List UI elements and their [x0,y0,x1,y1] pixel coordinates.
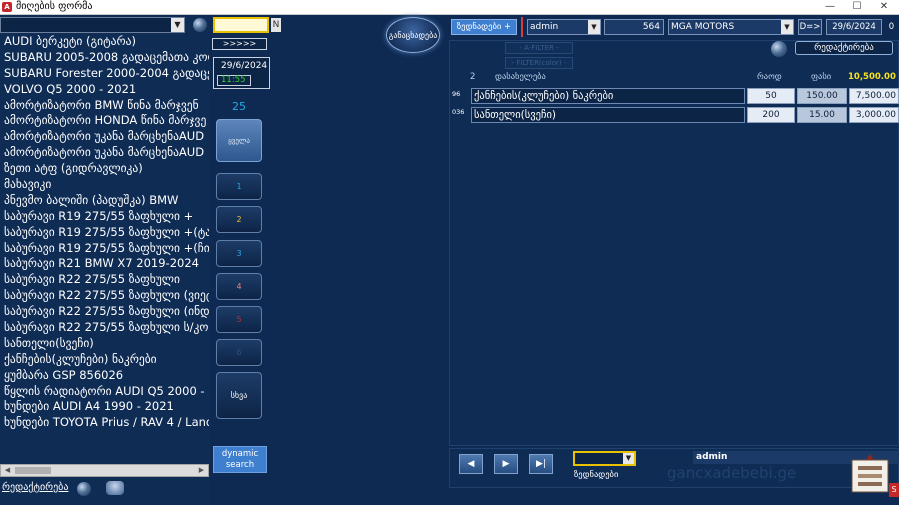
row-qty[interactable]: 50 [747,88,795,104]
list-item[interactable]: საბურავი R22 275/55 ზაფხული (ვიეტ [0,288,209,304]
scroll-right-icon[interactable]: ▶ [196,465,207,476]
ganacxadeba-button[interactable]: განაცხადება [386,17,440,53]
header-index: 2 [470,72,476,82]
list-item[interactable]: საბურავი R19 275/55 ზაფხული + [0,209,209,225]
page-button-4[interactable]: 4 [216,273,262,300]
row-code: 036 [452,108,465,116]
stamp-logo-icon [851,454,889,493]
list-item[interactable]: წყლის რადიატორი AUDI Q5 2000 - 20 [0,384,209,400]
row-sum: 7,500.00 [849,88,899,104]
title-bar: A მიღების ფორმა — ☐ ✕ [0,0,899,15]
scroll-left-icon[interactable]: ◀ [2,465,13,476]
list-item[interactable]: საბურავი R19 275/55 ზაფხული +(ტაი [0,225,209,241]
chevron-down-icon[interactable]: ▼ [781,20,793,34]
list-item[interactable]: პნევმო ბალიში (პადუშკა) BMW [0,193,209,209]
page-button-3[interactable]: 3 [216,240,262,267]
scroll-thumb[interactable] [15,467,51,474]
orb-icon[interactable] [193,18,207,32]
row-name[interactable]: ქანჩების(კლუჩები) ნაკრები [471,88,745,104]
row-sum: 3,000.00 [849,107,899,123]
invoice-label: ზედნადები [574,470,619,480]
header-name: დასახელება [495,72,546,82]
orb-icon-bottom[interactable] [77,482,91,496]
row-name[interactable]: სანთელი(სვეჩი) [471,107,745,123]
list-item[interactable]: საბურავი R22 275/55 ზაფხული [0,272,209,288]
edit-button[interactable]: რედაქტირება [795,41,893,55]
list-item[interactable]: ამორტიზატორი უკანა მარცხენაAUD [0,129,209,145]
list-item[interactable]: საბურავი R19 275/55 ზაფხული +(ჩინ [0,241,209,257]
row-code: 96 [452,90,461,98]
list-item[interactable]: საბურავი R22 275/55 ზაფხული ს/კორ [0,320,209,336]
list-item[interactable]: სანთელი(სვეჩი) [0,336,209,352]
page-button-7[interactable]: სხვა [216,372,262,419]
orb-icon-grid[interactable] [771,41,787,57]
last-icon[interactable]: ▶| [529,454,553,474]
document-number[interactable]: 564 [604,19,664,35]
zero-value: 0 [888,22,895,32]
app-icon: A [2,2,12,12]
dynamic-search-button[interactable]: dynamic search [213,446,267,473]
search-input[interactable] [213,17,269,33]
list-item[interactable]: SUBARU 2005-2008 გადაცემათა კოლ [0,50,209,66]
list-item[interactable]: ამორტიზატორი BMW წინა მარჯვენ [0,98,209,114]
time-text: 11:55 [217,75,251,86]
close-button[interactable]: ✕ [870,0,898,15]
page-button-5[interactable]: 5 [216,306,262,333]
page-button-6[interactable]: 6 [216,339,262,366]
invoice-select[interactable]: ▼ [573,451,636,466]
d-arrow-button[interactable]: D=> [798,19,822,35]
row-qty[interactable]: 200 [747,107,795,123]
header-price: ფასი [811,72,832,82]
list-item[interactable]: ხუნდები TOYOTA Prius / RAV 4 / Land Cr [0,415,209,431]
invoice-date[interactable]: 29/6/2024 [826,19,882,35]
date-time-box: 29/6/2024 11:55 [213,57,270,89]
list-item[interactable]: საბურავი R22 275/55 ზაფხული (ინდ [0,304,209,320]
watermark: gancxadebebi.ge [667,464,797,482]
add-invoice-button[interactable]: ზედნადები + [451,19,517,35]
product-list[interactable]: AUDI ბერკეტი (გიტარა) SUBARU 2005-2008 გა… [0,34,209,463]
window-icon[interactable] [106,481,124,495]
row-price[interactable]: 150.00 [797,88,847,104]
chevron-down-icon[interactable]: ▼ [588,20,600,34]
header-total: 10,500.00 [848,72,896,82]
page-button-2[interactable]: 2 [216,206,262,233]
red-button[interactable]: S [889,483,899,497]
list-item[interactable]: ამორტიზატორი უკანა მარცხენაAUD [0,145,209,161]
window-title: მიღების ფორმა [16,1,93,12]
page-button-0[interactable]: ყველა [216,119,262,162]
list-item[interactable]: ზეთი ატფ (გიდრავლიკა) [0,161,209,177]
list-item[interactable]: საბურავი R21 BMW X7 2019-2024 [0,256,209,272]
tab-filter-color[interactable]: - FILTER(color) - [505,57,573,69]
user-value: admin [530,22,559,32]
edit-link[interactable]: რედაქტირება [2,482,68,493]
list-item[interactable]: AUDI ბერკეტი (გიტარა) [0,34,209,50]
divider [521,17,523,37]
minimize-button[interactable]: — [816,0,844,15]
item-count: 25 [232,100,246,113]
forward-button[interactable]: >>>>> [212,38,267,50]
prev-icon[interactable]: ◀ [459,454,483,474]
list-item[interactable]: ყუმბარა GSP 856026 [0,368,209,384]
header-qty: რაოდ [757,72,782,82]
product-combo[interactable]: ▼ [0,17,185,33]
list-item[interactable]: ხუნდები AUDI A4 1990 - 2021 [0,399,209,415]
list-item[interactable]: ქანჩების(კლუჩები) ნაკრები [0,352,209,368]
chevron-down-icon[interactable]: ▼ [171,18,184,32]
date-text: 29/6/2024 [221,61,268,71]
maximize-button[interactable]: ☐ [843,0,871,15]
list-item[interactable]: მახავიკი [0,177,209,193]
horizontal-scrollbar[interactable]: ◀ ▶ [0,464,209,477]
list-item[interactable]: SUBARU Forester 2000-2004 გადაცემა [0,66,209,82]
page-button-1[interactable]: 1 [216,173,262,200]
next-icon[interactable]: ▶ [494,454,518,474]
n-button[interactable]: Ν [271,18,281,32]
supplier-select[interactable]: MGA MOTORS ▼ [668,19,794,35]
list-item[interactable]: VOLVO Q5 2000 - 2021 [0,82,209,98]
list-item[interactable]: ამორტიზატორი HONDA წინა მარჯვე [0,113,209,129]
supplier-value: MGA MOTORS [671,22,735,32]
row-price[interactable]: 15.00 [797,107,847,123]
user-select[interactable]: admin ▼ [527,19,601,35]
tab-a-filter[interactable]: - A-FILTER - [505,42,573,54]
chevron-down-icon[interactable]: ▼ [623,453,634,464]
